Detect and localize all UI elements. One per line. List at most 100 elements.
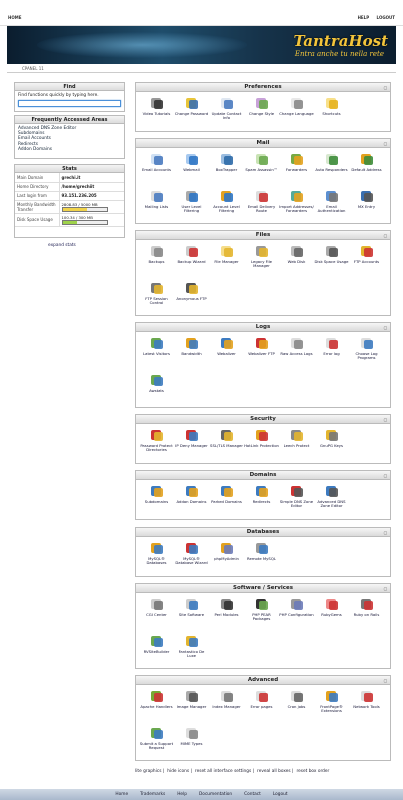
panel-item[interactable]: Addon Domains <box>174 483 209 520</box>
panel-item[interactable]: MySQL® Databases <box>139 540 174 577</box>
bottom-link-documentation[interactable]: Documentation <box>199 792 232 797</box>
interface-option-link[interactable]: reset all interface settings | <box>195 769 254 774</box>
panel-item[interactable]: Legacy File Manager <box>244 243 279 280</box>
panel-item[interactable]: RVSiteBuilder <box>139 633 174 670</box>
panel-item[interactable]: Remote MySQL <box>244 540 279 577</box>
panel-item[interactable]: Advanced DNS Zone Editor <box>314 483 349 520</box>
panel-item[interactable]: BoxTrapper <box>209 151 244 188</box>
panel-item[interactable]: PHP PEAR Packages <box>244 596 279 633</box>
bottom-link-contact[interactable]: Contact <box>244 792 261 797</box>
panel-item[interactable]: Leech Protect <box>279 427 314 464</box>
panel-item[interactable]: Email Delivery Route <box>244 188 279 225</box>
frequent-link-4[interactable]: Addon Domains <box>15 147 124 152</box>
expand-stats-link[interactable]: expand stats <box>48 243 76 248</box>
panel-item[interactable]: Backup Wizard <box>174 243 209 280</box>
panel-title[interactable]: Preferences ▢ <box>136 83 390 92</box>
bottom-link-trademarks[interactable]: Trademarks <box>140 792 165 797</box>
panel-item[interactable]: MX Entry <box>349 188 384 225</box>
panel-item[interactable]: Perl Modules <box>209 596 244 633</box>
help-link[interactable]: HELP <box>358 15 370 20</box>
panel-item[interactable]: Site Software <box>174 596 209 633</box>
panel-item[interactable]: Webalizer FTP <box>244 335 279 372</box>
panel-item[interactable]: Disk Space Usage <box>314 243 349 280</box>
interface-option-link[interactable]: reset box order <box>296 769 329 774</box>
panel-item[interactable]: FTP Session Control <box>139 280 174 317</box>
panel-item[interactable]: Simple DNS Zone Editor <box>279 483 314 520</box>
panel-title[interactable]: Mail ▢ <box>136 139 390 148</box>
collapse-icon[interactable]: ▢ <box>383 530 388 535</box>
panel-item[interactable]: Network Tools <box>349 688 384 725</box>
panel-item[interactable]: Change Password <box>174 95 209 132</box>
panel-item[interactable]: Shortcuts <box>314 95 349 132</box>
panel-title[interactable]: Domains ▢ <box>136 471 390 480</box>
collapse-icon[interactable]: ▢ <box>383 233 388 238</box>
find-input[interactable] <box>18 100 121 107</box>
interface-option-link[interactable]: reveal all boxes | <box>257 769 293 774</box>
panel-item[interactable]: Mailing Lists <box>139 188 174 225</box>
panel-title[interactable]: Software / Services ▢ <box>136 584 390 593</box>
panel-item[interactable]: SSL/TLS Manager <box>209 427 244 464</box>
panel-item[interactable]: Forwarders <box>279 151 314 188</box>
collapse-icon[interactable]: ▢ <box>383 586 388 591</box>
panel-item[interactable]: Password Protect Directories <box>139 427 174 464</box>
bottom-link-help[interactable]: Help <box>177 792 187 797</box>
panel-item[interactable]: Parked Domains <box>209 483 244 520</box>
collapse-icon[interactable]: ▢ <box>383 473 388 478</box>
panel-item[interactable]: Cron jobs <box>279 688 314 725</box>
panel-item[interactable]: IP Deny Manager <box>174 427 209 464</box>
panel-item[interactable]: MySQL® Database Wizard <box>174 540 209 577</box>
panel-item[interactable]: Image Manager <box>174 688 209 725</box>
collapse-icon[interactable]: ▢ <box>383 141 388 146</box>
collapse-icon[interactable]: ▢ <box>383 325 388 330</box>
panel-item[interactable]: MIME Types <box>174 725 209 762</box>
panel-item[interactable]: Backups <box>139 243 174 280</box>
panel-item[interactable]: Error pages <box>244 688 279 725</box>
logout-link[interactable]: LOGOUT <box>377 15 395 20</box>
interface-option-link[interactable]: lite graphics | <box>135 769 164 774</box>
bottom-link-logout[interactable]: Logout <box>273 792 288 797</box>
panel-item[interactable]: Subdomains <box>139 483 174 520</box>
bottom-link-home[interactable]: Home <box>115 792 128 797</box>
interface-option-link[interactable]: hide icons | <box>167 769 192 774</box>
panel-item[interactable]: Ruby on Rails <box>349 596 384 633</box>
panel-item[interactable]: phpMyAdmin <box>209 540 244 577</box>
panel-item[interactable]: Update Contact Info <box>209 95 244 132</box>
panel-item[interactable]: Change Language <box>279 95 314 132</box>
panel-item[interactable]: Awstats <box>139 372 174 409</box>
panel-item[interactable]: Raw Access Logs <box>279 335 314 372</box>
panel-item[interactable]: Email Authentication <box>314 188 349 225</box>
panel-item[interactable]: Web Disk <box>279 243 314 280</box>
collapse-icon[interactable]: ▢ <box>383 85 388 90</box>
panel-title[interactable]: Advanced ▢ <box>136 676 390 685</box>
panel-item[interactable]: GnuPG Keys <box>314 427 349 464</box>
panel-title[interactable]: Logs ▢ <box>136 323 390 332</box>
panel-item[interactable]: Redirects <box>244 483 279 520</box>
panel-item[interactable]: PHP Configuration <box>279 596 314 633</box>
panel-item[interactable]: User Level Filtering <box>174 188 209 225</box>
home-link[interactable]: HOME <box>8 15 21 20</box>
collapse-icon[interactable]: ▢ <box>383 417 388 422</box>
panel-item[interactable]: HotLink Protection <box>244 427 279 464</box>
panel-item[interactable]: File Manager <box>209 243 244 280</box>
panel-title[interactable]: Files ▢ <box>136 231 390 240</box>
panel-item[interactable]: Import Addresses/ Forwarders <box>279 188 314 225</box>
panel-item[interactable]: Bandwidth <box>174 335 209 372</box>
panel-item[interactable]: CGI Center <box>139 596 174 633</box>
panel-item[interactable]: RubyGems <box>314 596 349 633</box>
panel-item[interactable]: FTP Accounts <box>349 243 384 280</box>
panel-item[interactable]: Account Level Filtering <box>209 188 244 225</box>
panel-item[interactable]: Latest Visitors <box>139 335 174 372</box>
panel-item[interactable]: Spam Assassin™ <box>244 151 279 188</box>
panel-item[interactable]: Choose Log Programs <box>349 335 384 372</box>
panel-title[interactable]: Databases ▢ <box>136 528 390 537</box>
panel-item[interactable]: Webmail <box>174 151 209 188</box>
panel-item[interactable]: Auto Responders <box>314 151 349 188</box>
panel-item[interactable]: Anonymous FTP <box>174 280 209 317</box>
panel-item[interactable]: FrontPage® Extensions <box>314 688 349 725</box>
panel-item[interactable]: Change Style <box>244 95 279 132</box>
panel-item[interactable]: Default Address <box>349 151 384 188</box>
panel-title[interactable]: Security ▢ <box>136 415 390 424</box>
panel-item[interactable]: Webalizer <box>209 335 244 372</box>
panel-item[interactable]: Submit a Support Request <box>139 725 174 762</box>
panel-item[interactable]: Email Accounts <box>139 151 174 188</box>
